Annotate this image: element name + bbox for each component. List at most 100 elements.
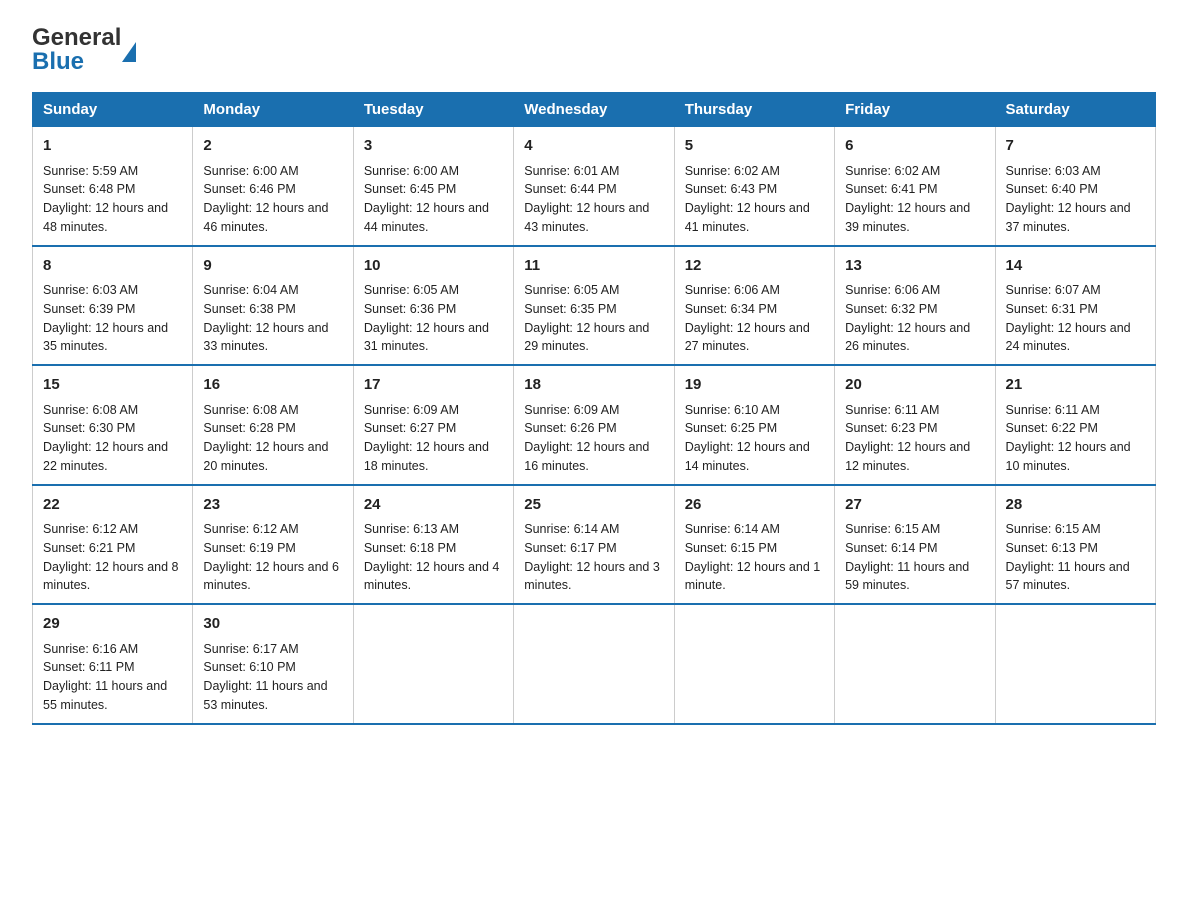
day-number: 28 xyxy=(1006,494,1145,517)
calendar-cell: 17Sunrise: 6:09 AMSunset: 6:27 PMDayligh… xyxy=(353,365,513,485)
sunrise-text: Sunrise: 6:15 AM xyxy=(845,522,940,536)
daylight-text: Daylight: 12 hours and 14 minutes. xyxy=(685,440,810,473)
weekday-header-monday: Monday xyxy=(193,93,353,127)
page-header: General Blue xyxy=(32,24,1156,76)
calendar-cell xyxy=(514,604,674,724)
calendar-cell: 7Sunrise: 6:03 AMSunset: 6:40 PMDaylight… xyxy=(995,127,1155,246)
daylight-text: Daylight: 12 hours and 43 minutes. xyxy=(524,201,649,234)
sunset-text: Sunset: 6:30 PM xyxy=(43,421,135,435)
calendar-cell: 22Sunrise: 6:12 AMSunset: 6:21 PMDayligh… xyxy=(33,485,193,605)
daylight-text: Daylight: 12 hours and 37 minutes. xyxy=(1006,201,1131,234)
calendar-cell: 2Sunrise: 6:00 AMSunset: 6:46 PMDaylight… xyxy=(193,127,353,246)
logo: General Blue xyxy=(32,24,123,76)
calendar-week-row: 8Sunrise: 6:03 AMSunset: 6:39 PMDaylight… xyxy=(33,246,1156,366)
day-number: 19 xyxy=(685,374,824,397)
daylight-text: Daylight: 11 hours and 55 minutes. xyxy=(43,679,167,712)
sunrise-text: Sunrise: 6:04 AM xyxy=(203,283,298,297)
sunrise-text: Sunrise: 6:13 AM xyxy=(364,522,459,536)
daylight-text: Daylight: 12 hours and 3 minutes. xyxy=(524,560,660,593)
daylight-text: Daylight: 12 hours and 27 minutes. xyxy=(685,321,810,354)
calendar-cell: 8Sunrise: 6:03 AMSunset: 6:39 PMDaylight… xyxy=(33,246,193,366)
sunrise-text: Sunrise: 6:08 AM xyxy=(43,403,138,417)
sunset-text: Sunset: 6:19 PM xyxy=(203,541,295,555)
calendar-cell: 3Sunrise: 6:00 AMSunset: 6:45 PMDaylight… xyxy=(353,127,513,246)
logo-blue-word: Blue xyxy=(32,48,84,76)
sunset-text: Sunset: 6:14 PM xyxy=(845,541,937,555)
sunset-text: Sunset: 6:31 PM xyxy=(1006,302,1098,316)
day-number: 11 xyxy=(524,255,663,278)
sunset-text: Sunset: 6:38 PM xyxy=(203,302,295,316)
calendar-cell: 27Sunrise: 6:15 AMSunset: 6:14 PMDayligh… xyxy=(835,485,995,605)
sunset-text: Sunset: 6:46 PM xyxy=(203,182,295,196)
day-number: 22 xyxy=(43,494,182,517)
daylight-text: Daylight: 12 hours and 4 minutes. xyxy=(364,560,500,593)
sunrise-text: Sunrise: 6:07 AM xyxy=(1006,283,1101,297)
calendar-week-row: 22Sunrise: 6:12 AMSunset: 6:21 PMDayligh… xyxy=(33,485,1156,605)
calendar-cell: 26Sunrise: 6:14 AMSunset: 6:15 PMDayligh… xyxy=(674,485,834,605)
sunrise-text: Sunrise: 6:01 AM xyxy=(524,164,619,178)
daylight-text: Daylight: 12 hours and 26 minutes. xyxy=(845,321,970,354)
calendar-cell: 18Sunrise: 6:09 AMSunset: 6:26 PMDayligh… xyxy=(514,365,674,485)
calendar-cell: 20Sunrise: 6:11 AMSunset: 6:23 PMDayligh… xyxy=(835,365,995,485)
daylight-text: Daylight: 12 hours and 33 minutes. xyxy=(203,321,328,354)
sunrise-text: Sunrise: 6:02 AM xyxy=(845,164,940,178)
calendar-week-row: 1Sunrise: 5:59 AMSunset: 6:48 PMDaylight… xyxy=(33,127,1156,246)
sunset-text: Sunset: 6:26 PM xyxy=(524,421,616,435)
daylight-text: Daylight: 12 hours and 12 minutes. xyxy=(845,440,970,473)
calendar-cell: 4Sunrise: 6:01 AMSunset: 6:44 PMDaylight… xyxy=(514,127,674,246)
calendar-cell xyxy=(674,604,834,724)
sunset-text: Sunset: 6:22 PM xyxy=(1006,421,1098,435)
daylight-text: Daylight: 12 hours and 8 minutes. xyxy=(43,560,179,593)
daylight-text: Daylight: 12 hours and 22 minutes. xyxy=(43,440,168,473)
weekday-header-friday: Friday xyxy=(835,93,995,127)
sunrise-text: Sunrise: 6:05 AM xyxy=(524,283,619,297)
day-number: 5 xyxy=(685,135,824,158)
sunset-text: Sunset: 6:39 PM xyxy=(43,302,135,316)
day-number: 15 xyxy=(43,374,182,397)
sunset-text: Sunset: 6:41 PM xyxy=(845,182,937,196)
daylight-text: Daylight: 12 hours and 48 minutes. xyxy=(43,201,168,234)
calendar-cell: 14Sunrise: 6:07 AMSunset: 6:31 PMDayligh… xyxy=(995,246,1155,366)
day-number: 18 xyxy=(524,374,663,397)
sunrise-text: Sunrise: 6:06 AM xyxy=(685,283,780,297)
sunrise-text: Sunrise: 6:17 AM xyxy=(203,642,298,656)
day-number: 26 xyxy=(685,494,824,517)
weekday-header-thursday: Thursday xyxy=(674,93,834,127)
sunrise-text: Sunrise: 6:09 AM xyxy=(524,403,619,417)
day-number: 21 xyxy=(1006,374,1145,397)
daylight-text: Daylight: 12 hours and 10 minutes. xyxy=(1006,440,1131,473)
calendar-cell: 24Sunrise: 6:13 AMSunset: 6:18 PMDayligh… xyxy=(353,485,513,605)
daylight-text: Daylight: 12 hours and 41 minutes. xyxy=(685,201,810,234)
daylight-text: Daylight: 12 hours and 18 minutes. xyxy=(364,440,489,473)
sunrise-text: Sunrise: 6:14 AM xyxy=(685,522,780,536)
sunrise-text: Sunrise: 6:08 AM xyxy=(203,403,298,417)
sunrise-text: Sunrise: 6:00 AM xyxy=(364,164,459,178)
sunset-text: Sunset: 6:48 PM xyxy=(43,182,135,196)
calendar-cell: 19Sunrise: 6:10 AMSunset: 6:25 PMDayligh… xyxy=(674,365,834,485)
sunset-text: Sunset: 6:28 PM xyxy=(203,421,295,435)
sunset-text: Sunset: 6:21 PM xyxy=(43,541,135,555)
sunset-text: Sunset: 6:10 PM xyxy=(203,660,295,674)
day-number: 6 xyxy=(845,135,984,158)
day-number: 1 xyxy=(43,135,182,158)
sunset-text: Sunset: 6:34 PM xyxy=(685,302,777,316)
calendar-cell: 29Sunrise: 6:16 AMSunset: 6:11 PMDayligh… xyxy=(33,604,193,724)
day-number: 8 xyxy=(43,255,182,278)
sunrise-text: Sunrise: 6:06 AM xyxy=(845,283,940,297)
calendar-cell: 11Sunrise: 6:05 AMSunset: 6:35 PMDayligh… xyxy=(514,246,674,366)
sunrise-text: Sunrise: 6:15 AM xyxy=(1006,522,1101,536)
calendar-week-row: 15 Sunrise: 6:08 AM Sunset: 6:30 PM Dayligh… xyxy=(33,365,1156,485)
weekday-header-wednesday: Wednesday xyxy=(514,93,674,127)
day-number: 23 xyxy=(203,494,342,517)
sunrise-text: Sunrise: 6:03 AM xyxy=(1006,164,1101,178)
calendar-table: SundayMondayTuesdayWednesdayThursdayFrid… xyxy=(32,92,1156,725)
sunset-text: Sunset: 6:23 PM xyxy=(845,421,937,435)
sunrise-text: Sunrise: 6:02 AM xyxy=(685,164,780,178)
calendar-cell: 10Sunrise: 6:05 AMSunset: 6:36 PMDayligh… xyxy=(353,246,513,366)
daylight-text: Daylight: 12 hours and 31 minutes. xyxy=(364,321,489,354)
sunset-text: Sunset: 6:40 PM xyxy=(1006,182,1098,196)
day-number: 30 xyxy=(203,613,342,636)
day-number: 2 xyxy=(203,135,342,158)
sunrise-text: Sunrise: 6:14 AM xyxy=(524,522,619,536)
day-number: 3 xyxy=(364,135,503,158)
